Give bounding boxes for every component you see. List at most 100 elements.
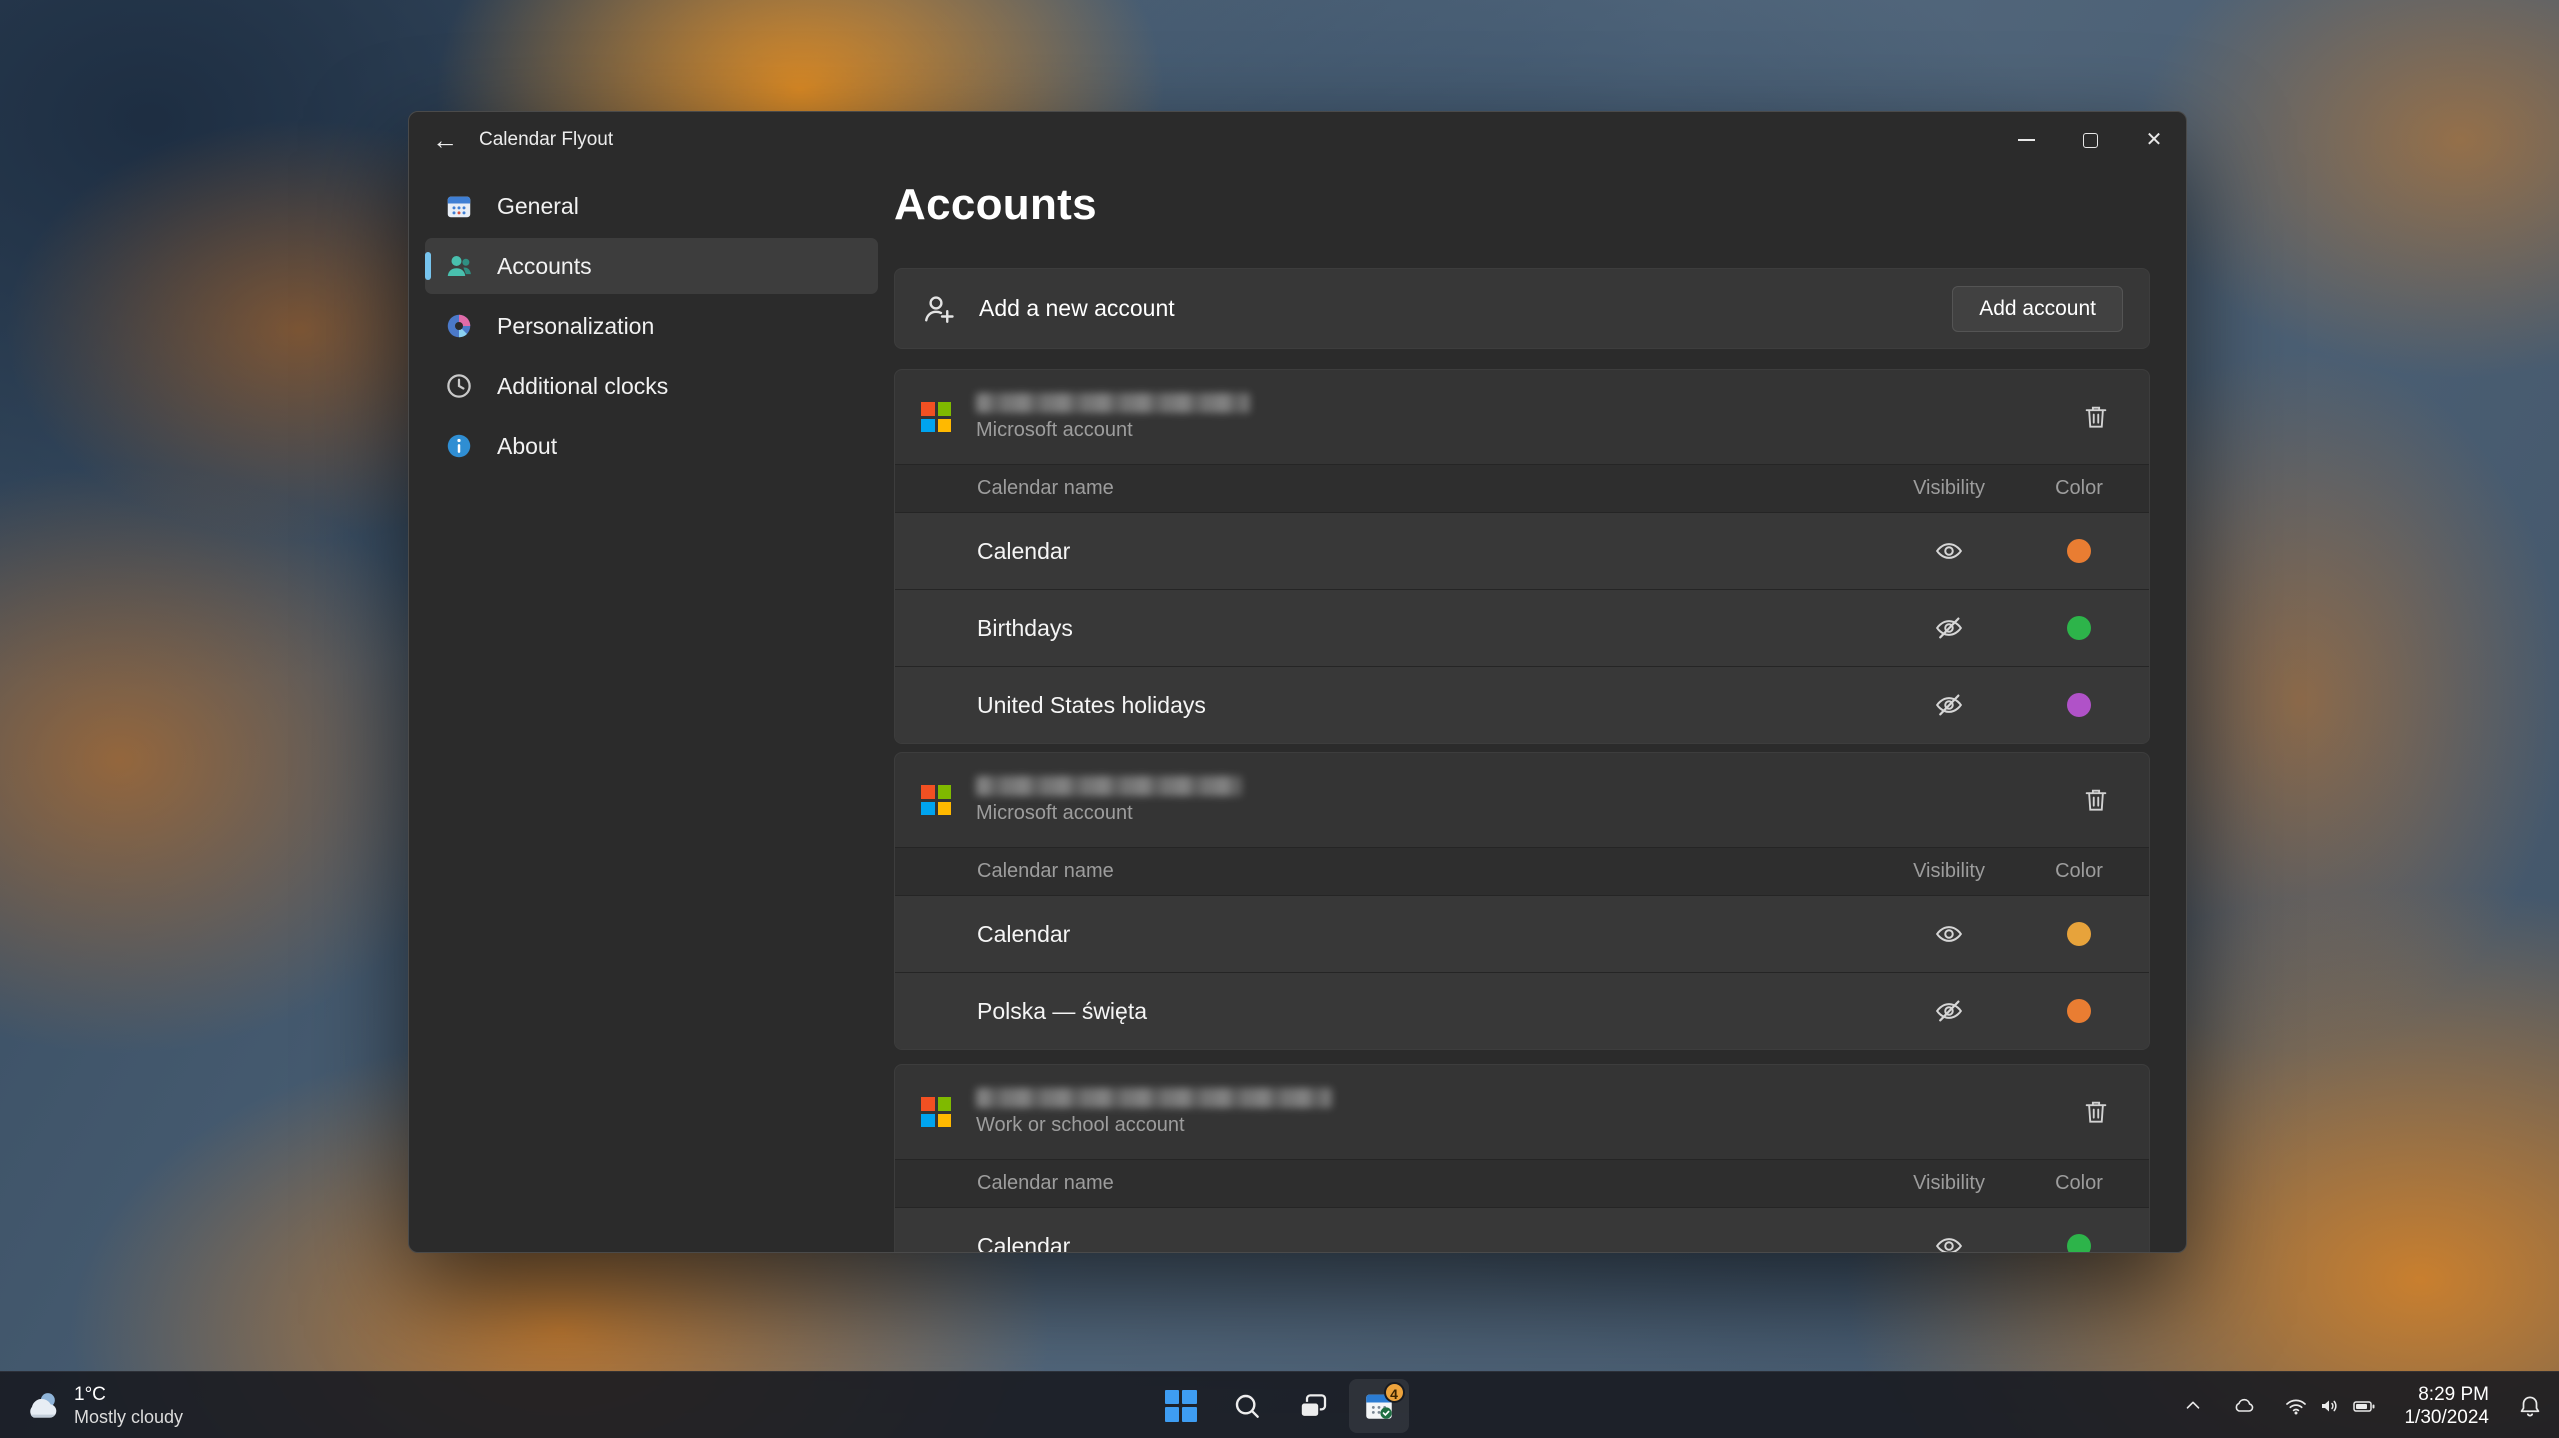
visibility-toggle[interactable]: [1927, 683, 1971, 727]
window-title: Calendar Flyout: [479, 129, 613, 151]
titlebar[interactable]: ← Calendar Flyout ✕: [409, 112, 2186, 168]
delete-account-button[interactable]: [2073, 777, 2119, 823]
delete-account-button[interactable]: [2073, 1089, 2119, 1135]
add-account-button[interactable]: Add account: [1952, 286, 2123, 332]
microsoft-logo-icon: [921, 402, 951, 432]
quick-settings-button[interactable]: [2278, 1379, 2382, 1433]
settings-sidebar: General Accounts: [409, 168, 894, 1252]
sidebar-item-personalization[interactable]: Personalization: [425, 298, 878, 354]
task-view-button[interactable]: [1283, 1379, 1343, 1433]
clock-tray-button[interactable]: 8:29 PM 1/30/2024: [2398, 1379, 2495, 1433]
calendar-color-dot[interactable]: [2067, 616, 2091, 640]
account-type-label: Work or school account: [976, 1114, 1332, 1137]
wifi-icon: [2284, 1394, 2308, 1418]
chevron-up-icon: [2182, 1395, 2204, 1417]
info-icon: [443, 430, 475, 462]
task-view-icon: [1297, 1390, 1329, 1422]
add-account-card: Add a new account Add account: [894, 268, 2150, 349]
calendar-name: Birthdays: [895, 615, 1889, 642]
visibility-toggle[interactable]: [1927, 989, 1971, 1033]
sidebar-item-accounts[interactable]: Accounts: [425, 238, 878, 294]
visibility-toggle[interactable]: [1927, 912, 1971, 956]
people-icon: [443, 250, 475, 282]
search-icon: [1231, 1390, 1263, 1422]
close-button[interactable]: ✕: [2122, 112, 2186, 168]
eye-off-icon: [1934, 996, 1964, 1026]
sidebar-item-general[interactable]: General: [425, 178, 878, 234]
person-add-icon: [921, 291, 957, 327]
calendar-table-header: Calendar name Visibility Color: [895, 847, 2149, 895]
visibility-toggle[interactable]: [1927, 529, 1971, 573]
notification-bell-icon: [2517, 1393, 2543, 1419]
maximize-button[interactable]: [2058, 112, 2122, 168]
sidebar-item-label: Accounts: [497, 253, 592, 280]
calendar-row: United States holidays: [895, 666, 2149, 743]
account-card: Microsoft account Calendar name Visibili…: [894, 369, 2150, 744]
volume-icon: [2318, 1394, 2342, 1418]
calendar-name: Calendar: [895, 538, 1889, 565]
battery-icon: [2352, 1394, 2376, 1418]
weather-widget[interactable]: 1°C Mostly cloudy: [8, 1372, 197, 1438]
calendar-row: Calendar: [895, 895, 2149, 972]
column-color: Color: [2055, 860, 2103, 883]
mostly-cloudy-icon: [22, 1386, 62, 1426]
tray-date: 1/30/2024: [2404, 1406, 2489, 1429]
microsoft-logo-icon: [921, 785, 951, 815]
sidebar-item-label: About: [497, 433, 557, 460]
calendar-color-dot[interactable]: [2067, 693, 2091, 717]
account-identity: Microsoft account: [976, 776, 1242, 825]
arrow-left-icon: ←: [432, 125, 458, 156]
calendar-color-dot[interactable]: [2067, 539, 2091, 563]
back-button[interactable]: ←: [419, 118, 471, 162]
sidebar-item-about[interactable]: About: [425, 418, 878, 474]
caption-buttons: ✕: [1994, 112, 2186, 168]
calendar-row: Birthdays: [895, 589, 2149, 666]
clock-icon: [443, 370, 475, 402]
visibility-toggle[interactable]: [1927, 1224, 1971, 1252]
column-visibility: Visibility: [1913, 477, 1985, 500]
column-visibility: Visibility: [1913, 1172, 1985, 1195]
show-hidden-icons-button[interactable]: [2176, 1379, 2210, 1433]
personalization-icon: [443, 310, 475, 342]
calendar-color-dot[interactable]: [2067, 1234, 2091, 1252]
minimize-button[interactable]: [1994, 112, 2058, 168]
search-button[interactable]: [1217, 1379, 1277, 1433]
visibility-toggle[interactable]: [1927, 606, 1971, 650]
calendar-name: Polska — święta: [895, 998, 1889, 1025]
column-calendar-name: Calendar name: [895, 860, 1889, 883]
account-email-redacted: [976, 393, 1250, 413]
cloud-icon: [2232, 1394, 2256, 1418]
calendar-row: Calendar: [895, 1207, 2149, 1252]
eye-icon: [1934, 919, 1964, 949]
trash-icon: [2081, 402, 2111, 432]
microsoft-logo-icon: [921, 1097, 951, 1127]
calendar-flyout-window: ← Calendar Flyout ✕: [408, 111, 2187, 1253]
weather-temperature: 1°C: [74, 1384, 183, 1406]
notifications-button[interactable]: [2511, 1379, 2549, 1433]
sidebar-item-additional-clocks[interactable]: Additional clocks: [425, 358, 878, 414]
calendar-color-dot[interactable]: [2067, 922, 2091, 946]
account-type-label: Microsoft account: [976, 419, 1250, 442]
calendar-row: Calendar: [895, 512, 2149, 589]
taskbar: 1°C Mostly cloudy: [0, 1371, 2559, 1438]
minimize-icon: [2018, 139, 2035, 141]
calendar-row: Polska — święta: [895, 972, 2149, 1049]
trash-icon: [2081, 785, 2111, 815]
start-button[interactable]: [1151, 1379, 1211, 1433]
cloud-tray-button[interactable]: [2226, 1379, 2262, 1433]
calendar-color-dot[interactable]: [2067, 999, 2091, 1023]
delete-account-button[interactable]: [2073, 394, 2119, 440]
tray-time: 8:29 PM: [2404, 1383, 2489, 1406]
column-visibility: Visibility: [1913, 860, 1985, 883]
windows-logo-icon: [1165, 1390, 1197, 1422]
account-header: Work or school account: [895, 1065, 2149, 1159]
desktop: ← Calendar Flyout ✕: [0, 0, 2559, 1438]
account-identity: Microsoft account: [976, 393, 1250, 442]
account-header: Microsoft account: [895, 370, 2149, 464]
calendar-app-button[interactable]: 4: [1349, 1379, 1409, 1433]
account-email-redacted: [976, 776, 1242, 796]
account-email-redacted: [976, 1088, 1332, 1108]
eye-icon: [1934, 536, 1964, 566]
trash-icon: [2081, 1097, 2111, 1127]
account-header: Microsoft account: [895, 753, 2149, 847]
